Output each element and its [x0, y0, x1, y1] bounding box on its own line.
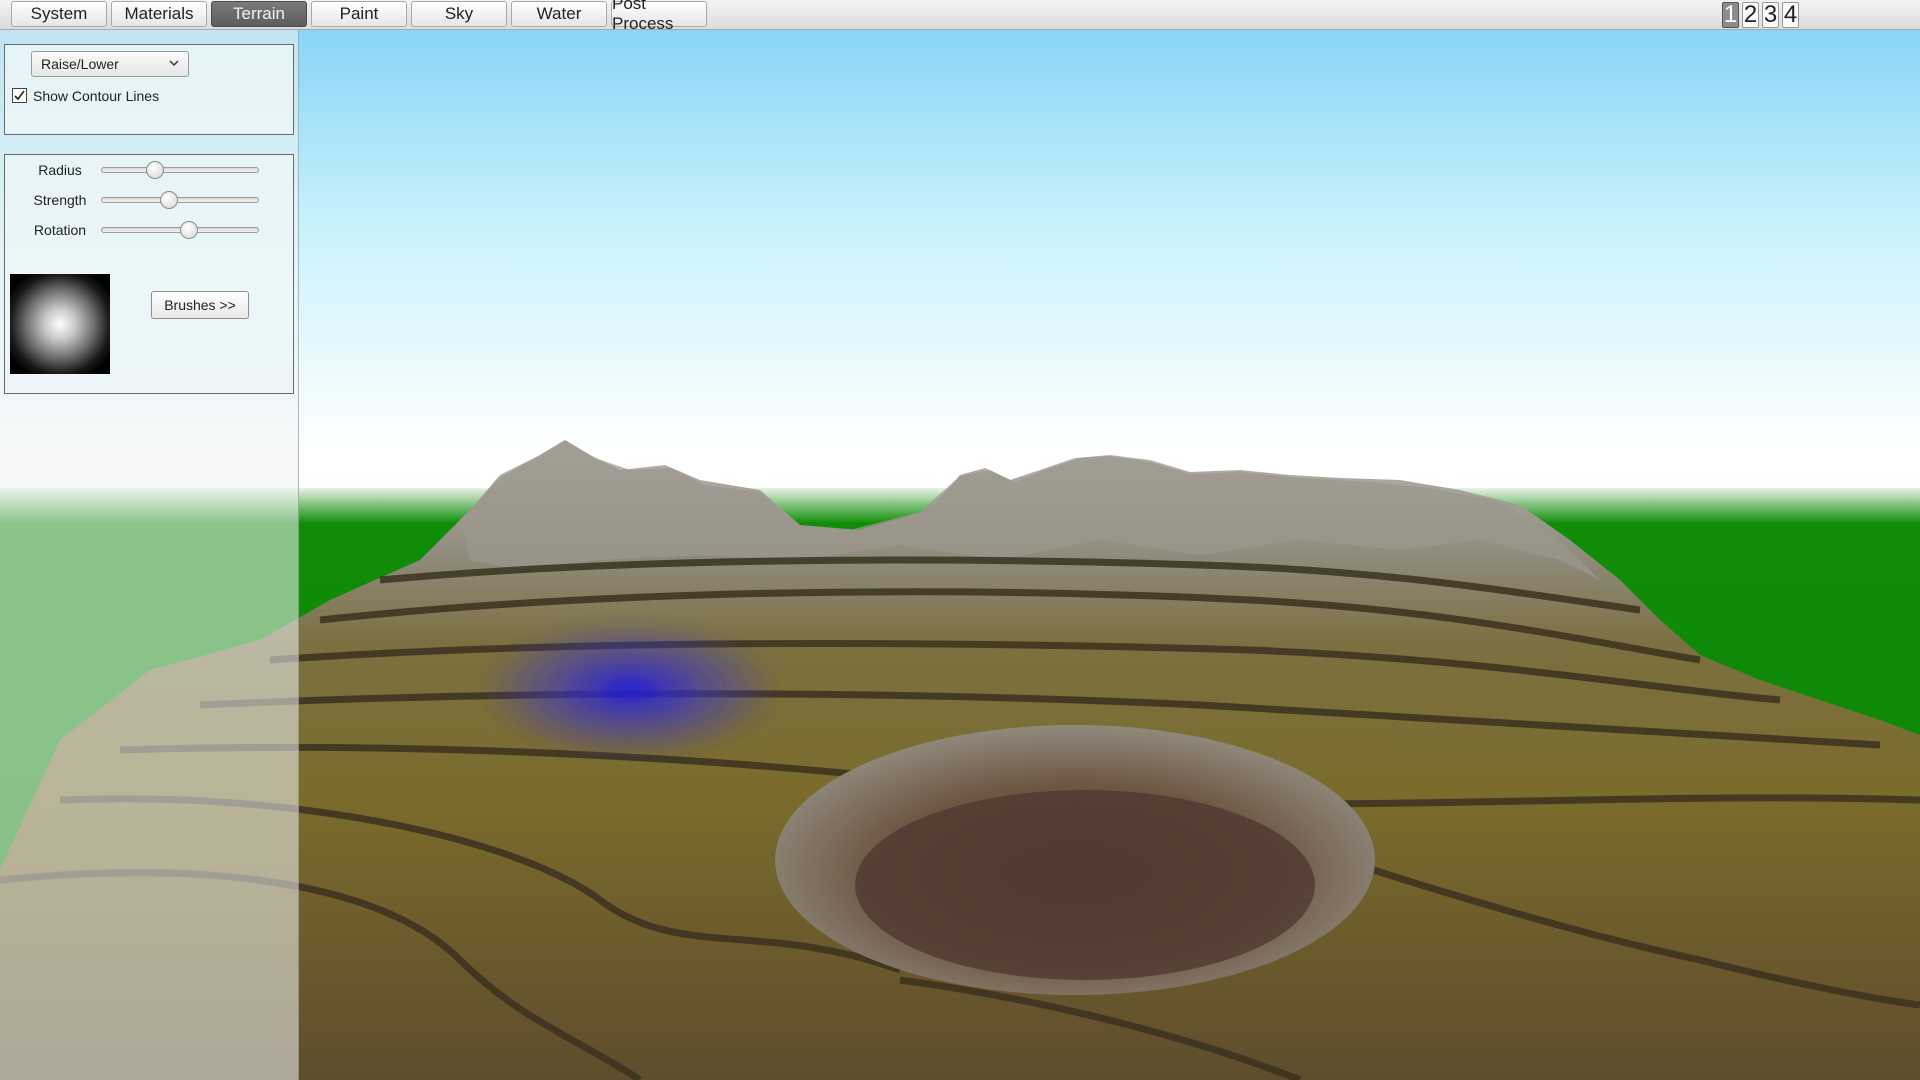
- checkmark-icon: [14, 90, 25, 101]
- tab-paint[interactable]: Paint: [311, 1, 407, 27]
- tool-mode-value: Raise/Lower: [41, 56, 119, 72]
- tool-mode-group: Raise/Lower Show Contour Lines: [4, 44, 294, 135]
- radius-slider-thumb[interactable]: [146, 161, 165, 179]
- show-contour-label: Show Contour Lines: [33, 88, 160, 104]
- brushes-button[interactable]: Brushes >>: [151, 291, 249, 319]
- radius-slider[interactable]: [101, 161, 259, 179]
- camera-3-button[interactable]: 3: [1762, 2, 1779, 28]
- camera-2-button[interactable]: 2: [1742, 2, 1759, 28]
- brush-cursor: [480, 620, 780, 760]
- tab-terrain[interactable]: Terrain: [211, 1, 307, 27]
- tab-system[interactable]: System: [11, 1, 107, 27]
- tool-mode-select[interactable]: Raise/Lower: [31, 51, 189, 77]
- radius-label: Radius: [38, 162, 82, 178]
- terrain-tool-panel: Raise/Lower Show Contour Lines Radius St…: [0, 30, 299, 1080]
- show-contour-checkbox[interactable]: [12, 88, 27, 103]
- strength-slider[interactable]: [101, 191, 259, 209]
- tab-sky[interactable]: Sky: [411, 1, 507, 27]
- strength-slider-thumb[interactable]: [160, 191, 179, 209]
- brush-preview-image: [10, 274, 110, 374]
- rotation-slider-thumb[interactable]: [180, 221, 199, 239]
- tab-materials[interactable]: Materials: [111, 1, 207, 27]
- tab-post-process[interactable]: Post Process: [611, 0, 707, 33]
- chevron-down-icon: [169, 60, 179, 67]
- camera-1-button[interactable]: 1: [1722, 2, 1739, 28]
- camera-4-button[interactable]: 4: [1782, 2, 1799, 28]
- strength-label: Strength: [33, 192, 87, 208]
- rotation-label: Rotation: [33, 222, 87, 238]
- rotation-slider[interactable]: [101, 221, 259, 239]
- tab-water[interactable]: Water: [511, 1, 607, 27]
- top-toolbar: System Materials Terrain Paint Sky Water…: [0, 0, 1920, 33]
- brush-settings-group: Radius Strength Rotation Brushes >>: [4, 154, 294, 394]
